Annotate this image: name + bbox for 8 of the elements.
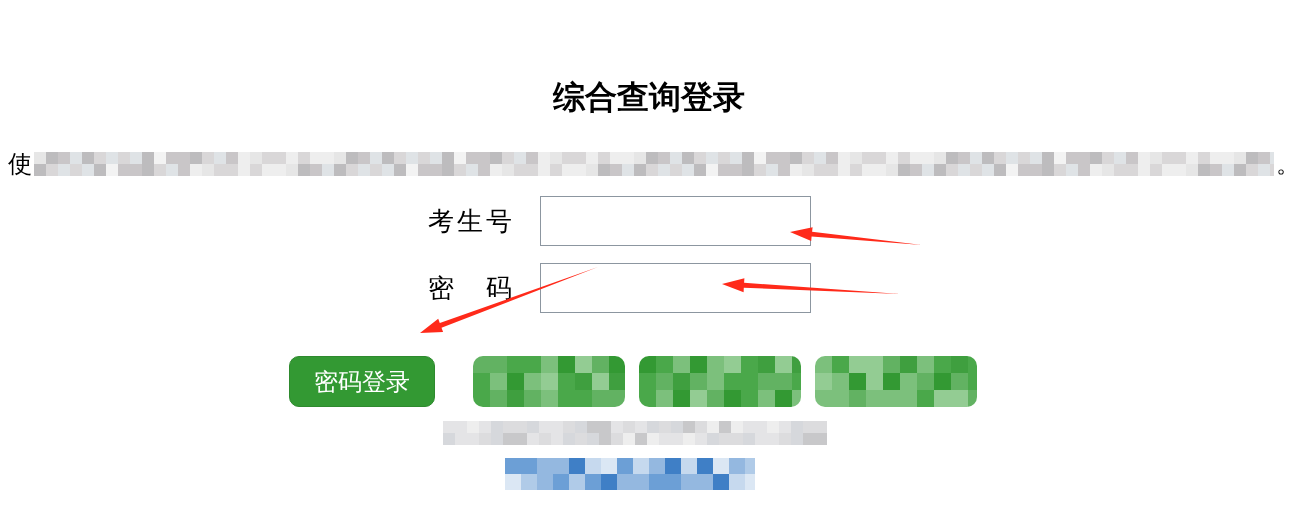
login-button[interactable]: 密码登录: [289, 356, 435, 407]
intro-text-end: 。: [1276, 150, 1298, 179]
input-field[interactable]: [540, 263, 811, 313]
page-title: 综合查询登录: [553, 77, 745, 118]
field-label: 考生号: [427, 205, 515, 238]
field-label: 密 码: [427, 272, 515, 305]
intro-text-start: 使: [8, 150, 32, 179]
input-field[interactable]: [540, 196, 811, 246]
